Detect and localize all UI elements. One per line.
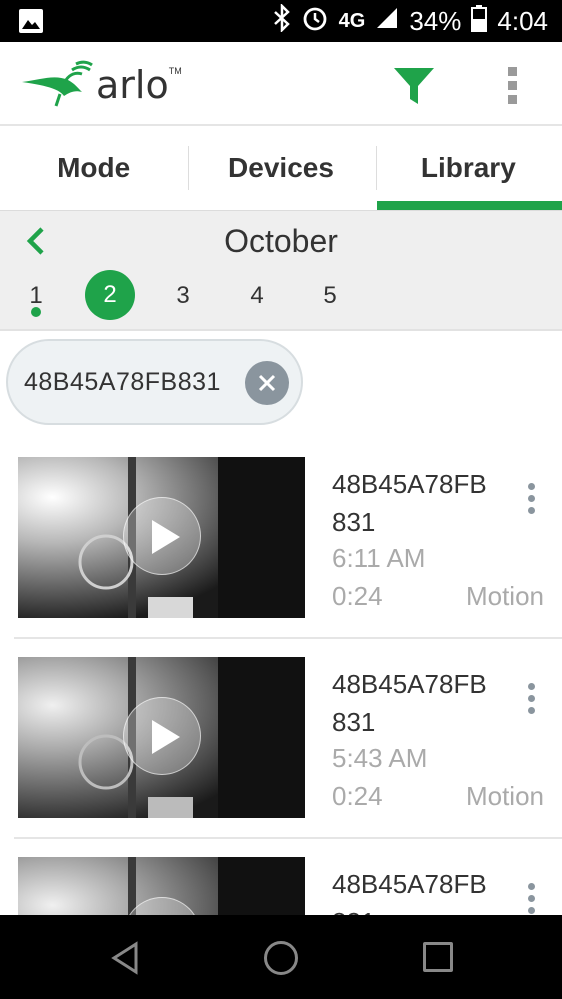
day-4[interactable]: 4 (232, 279, 282, 329)
recents-nav-icon[interactable] (423, 942, 453, 972)
active-tab-indicator (377, 201, 562, 210)
more-options-button[interactable] (502, 64, 522, 108)
more-vertical-icon (522, 483, 540, 514)
divider (14, 837, 562, 839)
play-button[interactable] (123, 497, 201, 575)
video-thumbnail[interactable] (18, 457, 305, 618)
more-vertical-icon (522, 683, 540, 714)
list-item[interactable]: 48B45A78FB831 6:11 AM 0:24 Motion (0, 457, 562, 657)
day-2-selected[interactable]: 2 (85, 270, 135, 320)
logo-text: arlo (96, 63, 169, 107)
chip-label: 48B45A78FB831 (24, 367, 221, 396)
recording-device-name: 48B45A78FB831 (332, 869, 487, 915)
more-vertical-icon (522, 883, 540, 914)
month-label: October (224, 223, 338, 259)
more-vertical-icon (502, 67, 522, 104)
day-3[interactable]: 3 (158, 279, 208, 329)
list-item[interactable]: 48B45A78FB831 (0, 857, 562, 915)
recording-device-name: 48B45A78FB831 (332, 469, 487, 537)
recording-time: 6:11 AM (332, 543, 426, 573)
bluetooth-icon (273, 2, 291, 39)
close-icon (258, 374, 276, 392)
item-menu-button[interactable] (522, 883, 540, 915)
tab-bar: Mode Devices Library (0, 126, 562, 210)
gallery-icon (18, 8, 44, 39)
item-menu-button[interactable] (522, 683, 540, 719)
system-navigation-bar (0, 915, 562, 999)
device-filter-chip: 48B45A78FB831 (6, 339, 303, 425)
recording-time: 5:43 AM (332, 743, 428, 773)
play-icon (152, 720, 180, 754)
app-header: arlo TM (0, 42, 562, 126)
network-label: 4G (338, 9, 366, 32)
battery-percentage: 34% (409, 5, 462, 36)
logo-trademark: TM (168, 66, 182, 76)
date-picker: October 1 2 3 4 5 (0, 210, 562, 331)
day-1[interactable]: 1 (11, 279, 61, 329)
tab-divider (376, 146, 377, 190)
tab-devices[interactable]: Devices (187, 126, 374, 210)
alarm-icon (301, 4, 329, 39)
play-button[interactable] (123, 697, 201, 775)
recording-duration: 0:24 (332, 781, 383, 811)
video-thumbnail[interactable] (18, 657, 305, 818)
list-item[interactable]: 48B45A78FB831 5:43 AM 0:24 Motion (0, 657, 562, 857)
filter-icon (394, 68, 434, 104)
play-button[interactable] (123, 897, 201, 915)
home-nav-icon[interactable] (264, 941, 298, 975)
arlo-logo: arlo TM (20, 60, 182, 110)
battery-icon (471, 4, 488, 39)
divider (14, 637, 562, 639)
recording-trigger-type: Motion (465, 781, 544, 811)
day-5[interactable]: 5 (305, 279, 355, 329)
recording-indicator-dot (31, 307, 41, 317)
filter-button[interactable] (393, 66, 435, 106)
status-bar: 4G 34% 4:04 (0, 0, 562, 42)
play-icon (152, 520, 180, 554)
recording-trigger-type: Motion (465, 581, 544, 611)
back-nav-icon[interactable] (110, 941, 140, 975)
hummingbird-icon (22, 60, 93, 107)
video-thumbnail[interactable] (18, 857, 305, 915)
chip-remove-button[interactable] (245, 361, 289, 405)
tab-library[interactable]: Library (375, 126, 562, 210)
tab-divider (188, 146, 189, 190)
item-menu-button[interactable] (522, 483, 540, 519)
play-icon (124, 898, 202, 915)
recording-duration: 0:24 (332, 581, 383, 611)
recording-device-name: 48B45A78FB831 (332, 669, 487, 737)
signal-icon (375, 6, 399, 37)
tab-mode[interactable]: Mode (0, 126, 187, 210)
clock: 4:04 (497, 5, 548, 36)
